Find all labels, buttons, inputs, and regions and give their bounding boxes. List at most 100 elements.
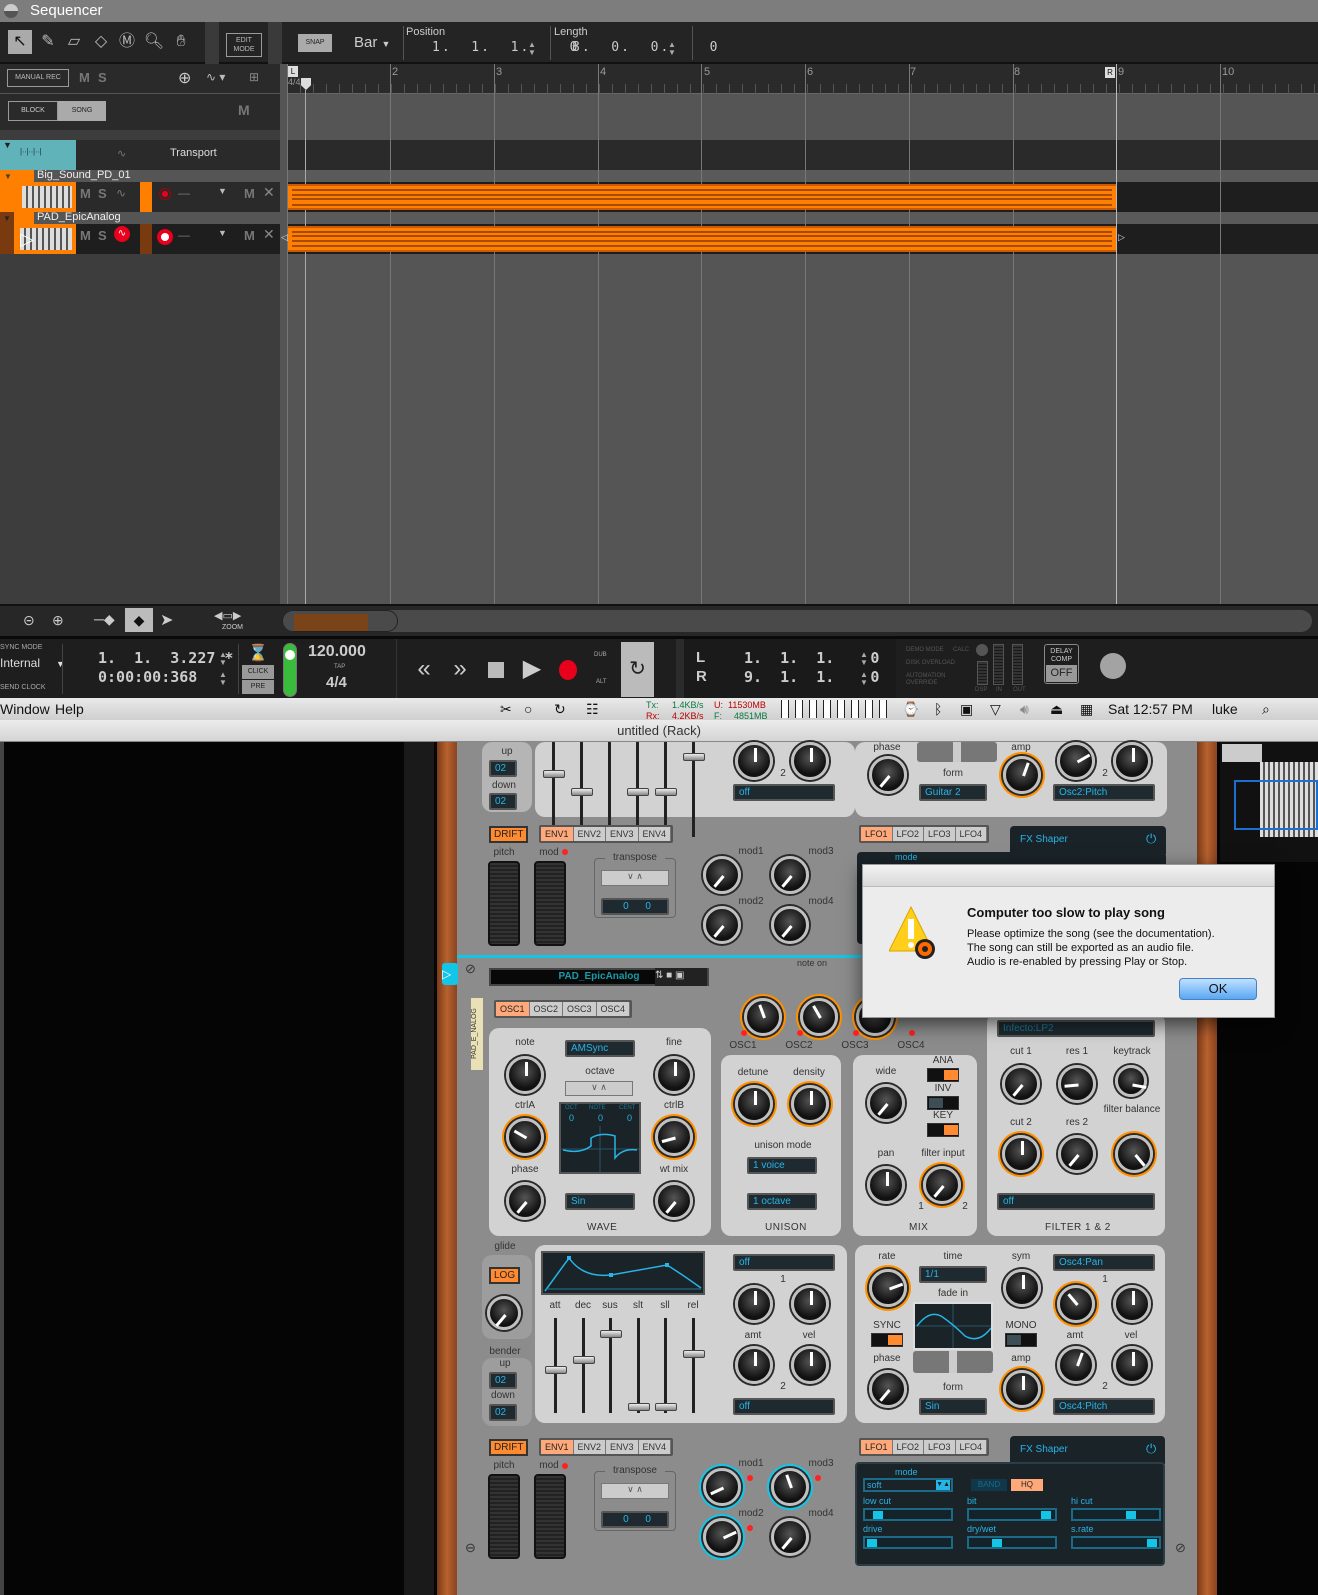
note-clip[interactable]	[288, 184, 1116, 210]
env-mod-dest-display[interactable]: off	[733, 784, 835, 801]
position-value[interactable]: 1. 1. 1. 0	[432, 40, 579, 55]
lfo-rate-knob[interactable]	[869, 1269, 907, 1307]
fine-knob[interactable]	[655, 1056, 693, 1094]
lfo-amp-knob[interactable]	[1003, 756, 1041, 794]
fx-slider-handle[interactable]	[1126, 1511, 1136, 1519]
track-solo-button[interactable]: S	[98, 228, 107, 243]
tab-lfo1[interactable]: LFO1	[861, 1440, 893, 1454]
horizontal-zoom-icon[interactable]: ◀▭▶	[214, 609, 241, 622]
lfo-mod-dest-2-display[interactable]: Osc4:Pitch	[1053, 1398, 1155, 1415]
drift-button[interactable]: DRIFT	[489, 826, 529, 843]
fx-slider-handle[interactable]	[867, 1539, 877, 1547]
length-value[interactable]: 8. 0. 0. 0	[572, 40, 719, 55]
phase-wave-display[interactable]: Sin	[565, 1193, 635, 1210]
bender-down-display[interactable]: 02	[489, 793, 517, 810]
grid-icon[interactable]: ⊞	[249, 70, 259, 84]
ctrlA-knob[interactable]	[506, 1118, 544, 1156]
length-spinner-icon[interactable]: ▲ ▼	[668, 41, 676, 57]
monitor-icon[interactable]: —	[178, 186, 190, 200]
lfo-mod-dest-display[interactable]: Osc2:Pitch	[1053, 784, 1155, 801]
density-knob[interactable]	[791, 1085, 829, 1123]
block-mode-button[interactable]: BLOCK	[8, 101, 58, 121]
delete-lane-icon[interactable]: ✕	[263, 226, 275, 243]
osc2-level-knob[interactable]	[800, 998, 838, 1036]
tab-osc1[interactable]: OSC1	[496, 1002, 530, 1016]
bender-down-display[interactable]: 02	[489, 1404, 517, 1421]
tab-env2[interactable]: ENV2	[573, 1440, 607, 1454]
pitch-wheel[interactable]	[488, 1474, 520, 1559]
track-select-strip[interactable]	[140, 182, 152, 212]
env-vel-1-knob[interactable]	[791, 1285, 829, 1323]
lfo-mono-toggle[interactable]	[1005, 1333, 1037, 1347]
env-amt-1-knob[interactable]	[735, 1285, 773, 1323]
snap-button[interactable]: SNAP	[298, 34, 332, 52]
env-sll-fader[interactable]	[655, 1318, 677, 1413]
mod-wheel[interactable]	[534, 861, 566, 946]
mute-button[interactable]: M	[238, 102, 250, 118]
env-mod-dest-2-display[interactable]: off	[733, 1398, 835, 1415]
pre-count-button[interactable]: PRE	[242, 680, 274, 694]
detune-knob[interactable]	[735, 1085, 773, 1123]
track-mute-button[interactable]: M	[80, 228, 91, 243]
tab-env3[interactable]: ENV3	[606, 1440, 639, 1454]
env-amt-2-knob[interactable]	[735, 1346, 773, 1384]
record-button[interactable]	[550, 649, 586, 689]
track-mute-button[interactable]: M	[80, 186, 91, 201]
song-mode-button[interactable]: SONG	[58, 101, 106, 121]
stop-button[interactable]	[478, 649, 514, 689]
record-enable-icon[interactable]	[159, 188, 171, 200]
wave-select-display[interactable]: AMSync	[565, 1040, 635, 1057]
track-solo-button[interactable]: S	[98, 186, 107, 201]
add-track-icon[interactable]: ⊕	[178, 68, 191, 88]
env-sus-fader[interactable]	[600, 1318, 622, 1413]
fx-mode-spinner-icon[interactable]: ▼▲	[936, 1480, 950, 1490]
fx-slider-handle[interactable]	[1041, 1511, 1051, 1519]
left-locator-spinner-icon[interactable]: ▲ ▼	[860, 651, 868, 667]
delay-comp-button[interactable]: DELAY COMP OFF	[1044, 644, 1079, 684]
lfo-fade-slider[interactable]	[913, 1351, 993, 1373]
fx-slider-handle[interactable]	[992, 1539, 1002, 1547]
record-enable-icon[interactable]	[157, 229, 173, 245]
menu-help[interactable]: Help	[55, 698, 84, 720]
scrollbar-thumb[interactable]	[282, 610, 398, 632]
lfo-vel-1-knob[interactable]	[1113, 1285, 1151, 1323]
lfo-phase-knob[interactable]	[869, 1370, 907, 1408]
mute-all-button[interactable]: M	[79, 70, 90, 85]
inv-toggle[interactable]	[927, 1096, 959, 1110]
menu-user[interactable]: luke	[1212, 698, 1238, 720]
save-icon[interactable]: ▣	[675, 970, 684, 981]
collapse-icon[interactable]: ▼	[4, 172, 12, 181]
tab-osc3[interactable]: OSC3	[563, 1002, 597, 1016]
pencil-tool-icon[interactable]: ✎	[36, 30, 60, 54]
bluetooth-icon[interactable]: ᛒ	[934, 698, 942, 720]
fx-slider[interactable]	[967, 1536, 1057, 1549]
arrangement-lanes[interactable]	[280, 64, 1318, 604]
tab-osc2[interactable]: OSC2	[529, 1002, 564, 1016]
power-icon[interactable]: ⏻	[1146, 831, 1156, 847]
snap-value-select[interactable]: Bar ▼	[354, 34, 390, 51]
fx-slider[interactable]	[1071, 1508, 1161, 1521]
wide-knob[interactable]	[867, 1084, 905, 1122]
transpose-buttons[interactable]: ∨ ∧	[601, 870, 669, 886]
fx-slider[interactable]	[863, 1508, 953, 1521]
tempo-display[interactable]: 120.000	[308, 643, 366, 661]
chevron-down-icon[interactable]: ▼	[218, 186, 227, 196]
solo-all-button[interactable]: S	[98, 70, 107, 85]
chat-icon[interactable]: ○	[524, 698, 532, 720]
time-signature-display[interactable]: 4/4	[326, 674, 347, 691]
env-fader[interactable]	[627, 742, 649, 837]
fx-slider-handle[interactable]	[873, 1511, 883, 1519]
lfo-vel-2-knob[interactable]	[1113, 1346, 1151, 1384]
lane-height-medium-icon[interactable]: ◆	[125, 608, 153, 632]
tab-env4[interactable]: ENV4	[638, 827, 672, 841]
fx-slider-handle[interactable]	[1147, 1539, 1157, 1547]
env-slt-fader[interactable]	[628, 1318, 650, 1413]
mod4-knob[interactable]	[771, 906, 809, 944]
tab-env4[interactable]: ENV4	[638, 1440, 672, 1454]
right-locator-marker[interactable]: R	[1105, 67, 1115, 78]
env-dec-fader[interactable]	[573, 1318, 595, 1413]
lfo-mod-dest-1-display[interactable]: Osc4:Pan	[1053, 1254, 1155, 1271]
tap-button[interactable]: TAP	[334, 664, 345, 670]
device-settings-icon[interactable]: ⊘	[465, 961, 476, 977]
tab-env1[interactable]: ENV1	[541, 1440, 574, 1454]
